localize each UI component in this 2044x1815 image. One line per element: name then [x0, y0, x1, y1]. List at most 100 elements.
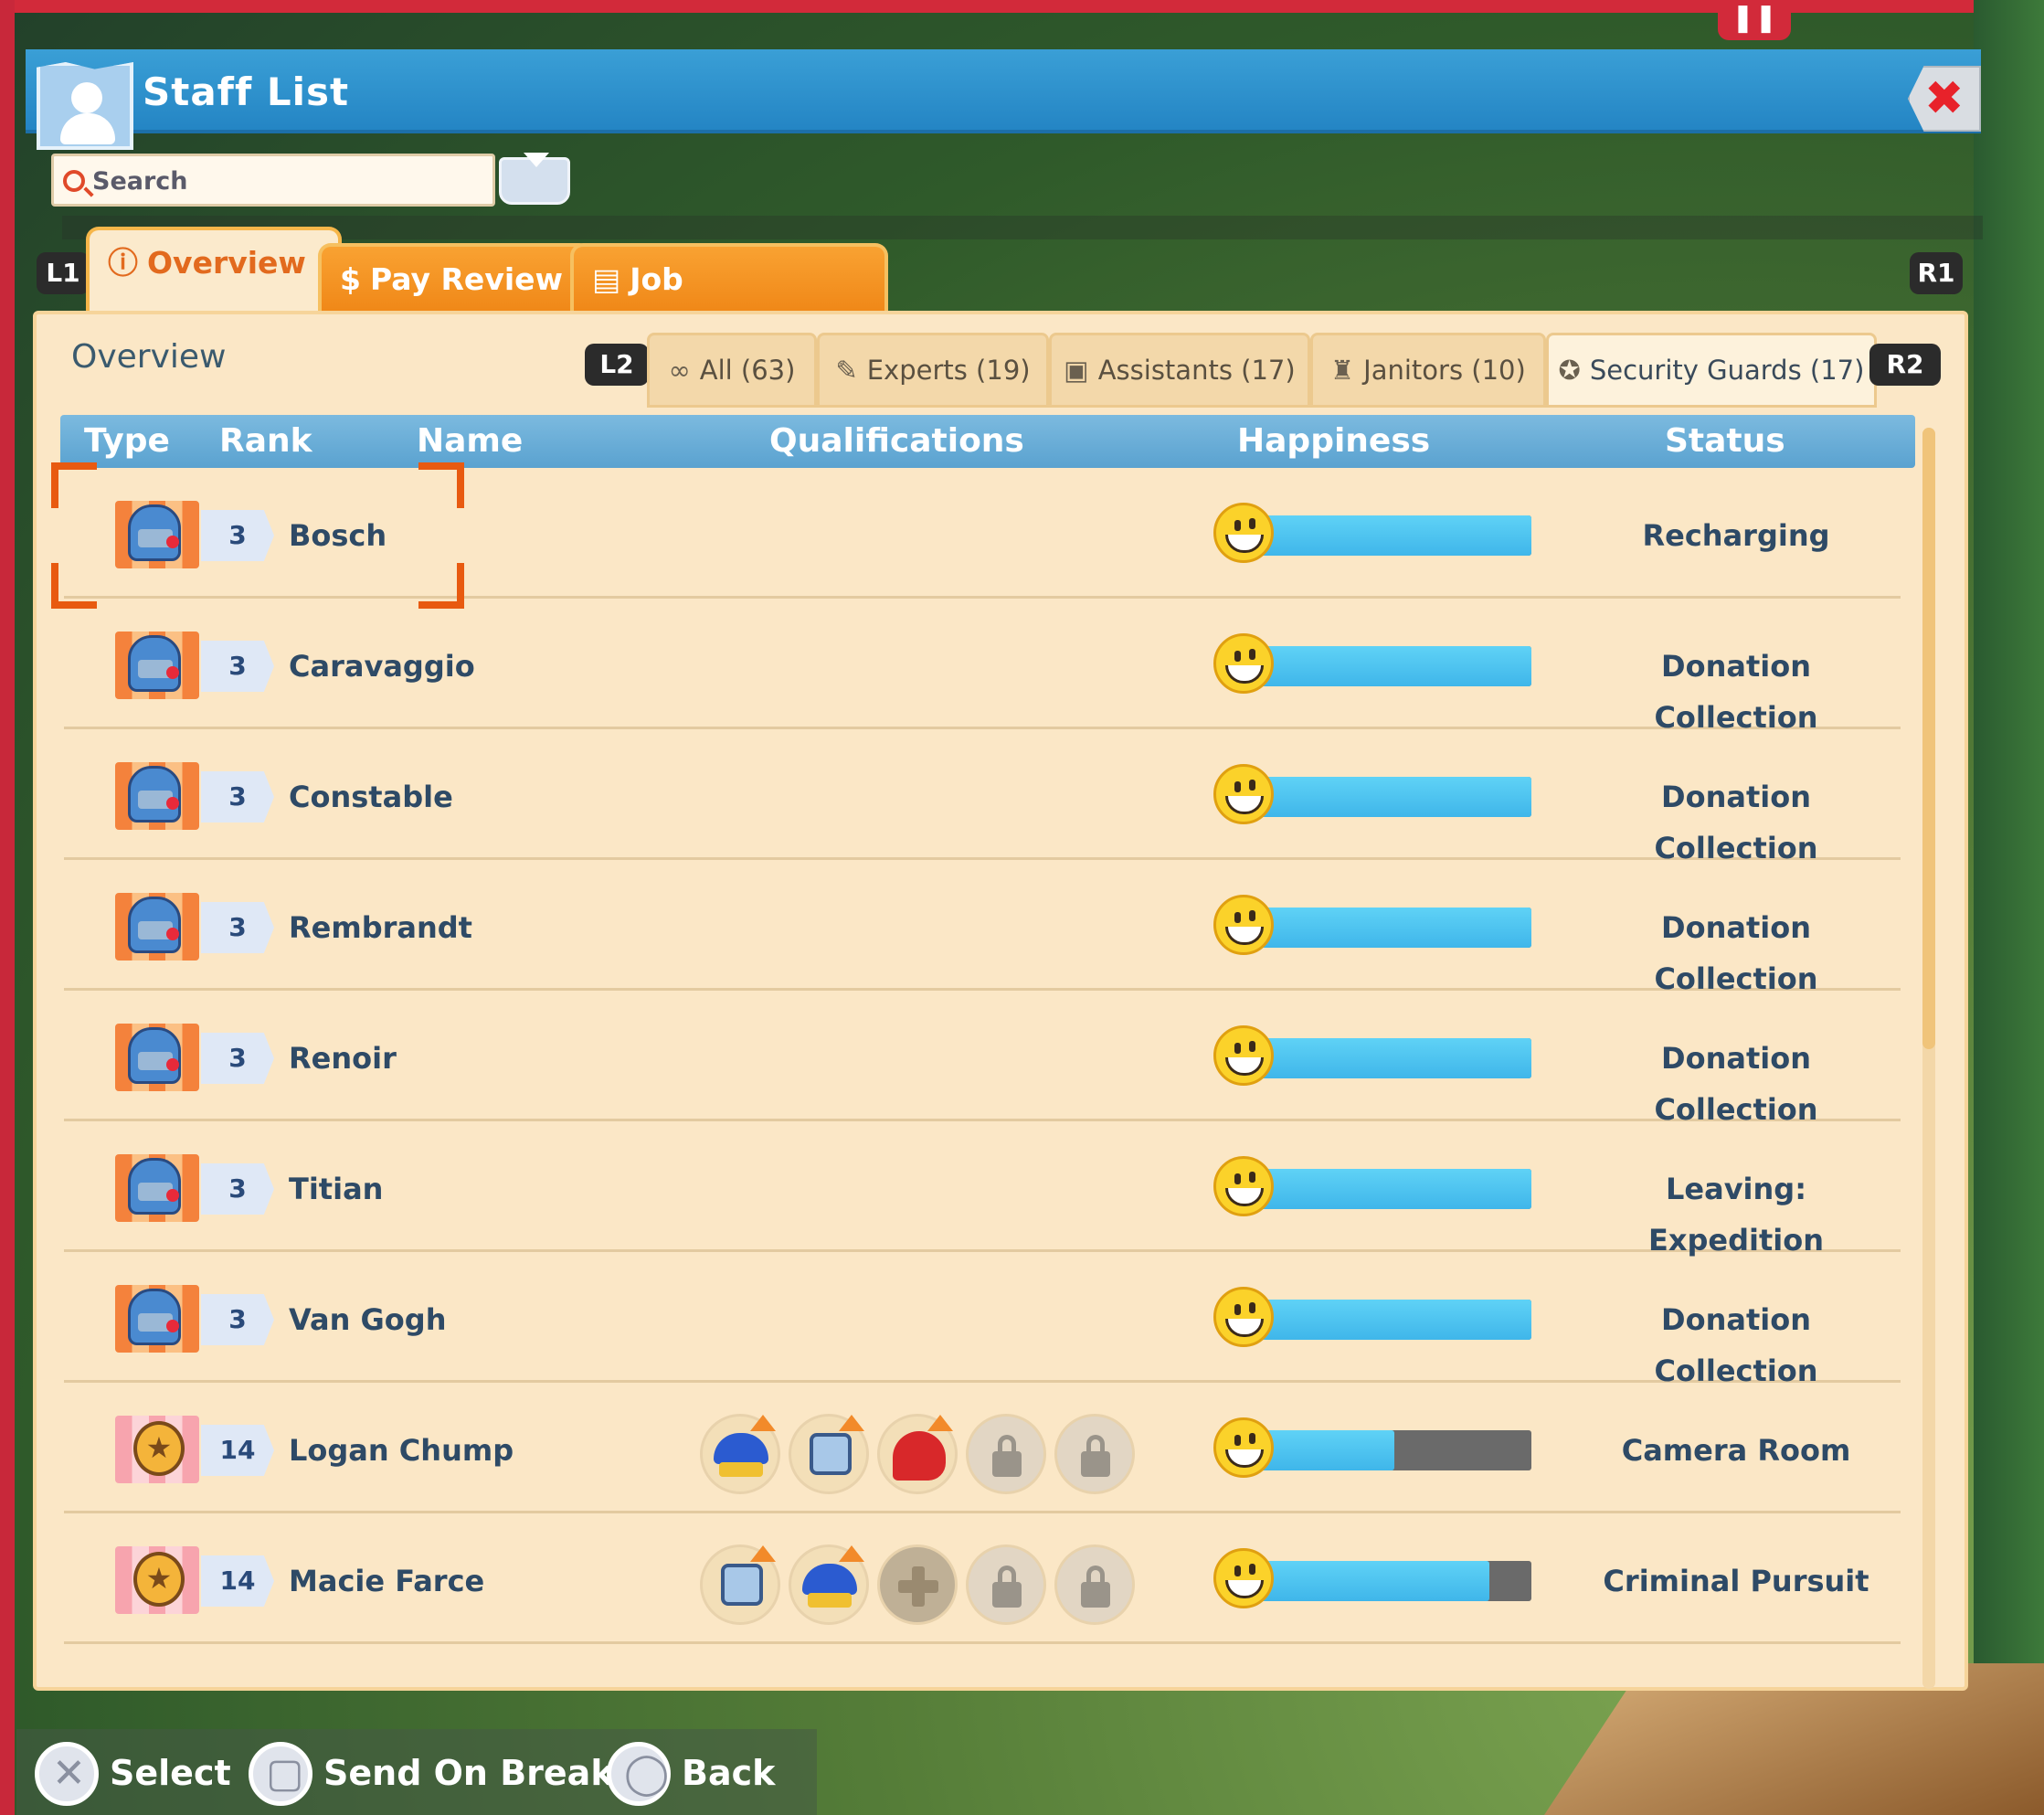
rank-badge: 3: [201, 771, 274, 823]
l1-button[interactable]: L1: [37, 252, 90, 294]
subtab-assistants[interactable]: ▣ Assistants (17): [1049, 333, 1310, 408]
happiness-bar: [1252, 1561, 1531, 1601]
happy-face-icon: [1213, 764, 1274, 824]
filter-dropdown-button[interactable]: [499, 153, 570, 205]
table-row[interactable]: 3 Bosch Recharging: [51, 462, 1901, 609]
guard-cap-qualification-icon[interactable]: [789, 1544, 869, 1625]
locked-slot-icon[interactable]: [966, 1544, 1046, 1625]
staff-status: Donation Collection: [1654, 910, 1818, 996]
staff-status: Recharging: [1642, 518, 1830, 553]
table-row[interactable]: ★ 14 Macie Farce Criminal Pursuit: [64, 1513, 1901, 1644]
hint-send-on-break[interactable]: Send On Break: [323, 1753, 614, 1793]
robot-head: [128, 897, 181, 953]
staff-status: Criminal Pursuit: [1603, 1564, 1869, 1598]
guard-badge: ★: [133, 1552, 185, 1607]
square-button-icon[interactable]: ▢: [249, 1742, 312, 1806]
subtab-janitors[interactable]: ♜ Janitors (10): [1310, 333, 1546, 408]
col-qualifications[interactable]: Qualifications: [769, 415, 1024, 468]
table-row[interactable]: 3 Titian Leaving: Expedition: [64, 1121, 1901, 1258]
happy-face-icon: [1213, 633, 1274, 694]
tab-overview[interactable]: ⓘ Overview: [86, 227, 342, 316]
robot-head: [128, 504, 181, 561]
happy-face-icon: [1213, 1417, 1274, 1478]
happiness-bar: [1252, 646, 1531, 686]
tab-pay-review[interactable]: $ Pay Review: [318, 243, 592, 311]
rank-badge: 3: [201, 902, 274, 953]
chevron-down-icon: [524, 153, 549, 167]
tab-pay-review-label: Pay Review: [369, 261, 564, 297]
subtab-all[interactable]: ∞ All (63): [647, 333, 817, 408]
circle-button-icon[interactable]: ◯: [607, 1742, 671, 1806]
table-row[interactable]: 3 Constable Donation Collection: [64, 729, 1901, 865]
robot-eye: [166, 666, 179, 679]
add-qualification-icon[interactable]: [877, 1544, 958, 1625]
dollar-icon: $: [340, 261, 361, 297]
robot-head: [128, 1289, 181, 1345]
locked-slot-icon[interactable]: [966, 1414, 1046, 1494]
robot-eye: [166, 1189, 179, 1202]
robot-eye: [166, 1058, 179, 1071]
r2-button[interactable]: R2: [1869, 344, 1941, 386]
camera-qualification-icon[interactable]: [700, 1544, 780, 1625]
l2-button[interactable]: L2: [585, 344, 649, 386]
col-type[interactable]: Type: [84, 415, 170, 468]
robot-staff-icon: [115, 1154, 199, 1222]
happiness-bar: [1252, 515, 1531, 556]
staff-name: Caravaggio: [289, 649, 475, 684]
avatar-body: [60, 113, 115, 144]
staff-status: Donation Collection: [1654, 1041, 1818, 1127]
col-happiness[interactable]: Happiness: [1237, 415, 1430, 468]
cross-button-icon[interactable]: ✕: [35, 1742, 99, 1806]
rank-badge: 14: [201, 1425, 274, 1476]
table-row[interactable]: 3 Caravaggio Donation Collection: [64, 599, 1901, 735]
staff-name: Macie Farce: [289, 1564, 485, 1598]
subtab-experts[interactable]: ✎ Experts (19): [817, 333, 1049, 408]
staff-status: Camera Room: [1621, 1433, 1851, 1468]
robot-head: [128, 1027, 181, 1084]
r1-button[interactable]: R1: [1910, 252, 1963, 294]
security-guard-icon: ★: [115, 1416, 199, 1483]
table-row[interactable]: 3 Renoir Donation Collection: [64, 991, 1901, 1127]
hint-back[interactable]: Back: [682, 1753, 775, 1793]
col-name[interactable]: Name: [417, 415, 523, 468]
happiness-bar-fill: [1252, 1169, 1531, 1209]
robot-staff-icon: [115, 762, 199, 830]
robot-head: [128, 766, 181, 823]
staff-name: Logan Chump: [289, 1433, 514, 1468]
close-icon: ✖: [1924, 71, 1965, 126]
tab-job-assignment[interactable]: ▤Job Assignment: [570, 243, 888, 363]
table-row[interactable]: 3 Van Gogh Donation Collection: [64, 1252, 1901, 1388]
guard-cap-qualification-icon[interactable]: [700, 1414, 780, 1494]
staff-name: Van Gogh: [289, 1302, 447, 1337]
pause-icon[interactable]: ❚❚: [1718, 0, 1791, 40]
happy-face-icon: [1213, 1548, 1274, 1608]
subtab-assistants-label: Assistants (17): [1097, 355, 1296, 386]
staff-name: Constable: [289, 780, 453, 814]
header-strip: [62, 216, 1983, 239]
info-icon: ⓘ: [108, 245, 138, 281]
robot-staff-icon: [115, 893, 199, 961]
robot-staff-icon: [115, 501, 199, 568]
window-title: Staff List: [143, 69, 350, 114]
rank-badge: 3: [201, 1294, 274, 1345]
col-status[interactable]: Status: [1665, 415, 1785, 468]
helmet-qualification-icon[interactable]: [877, 1414, 958, 1494]
table-row[interactable]: 3 Rembrandt Donation Collection: [64, 860, 1901, 996]
close-button[interactable]: ✖: [1908, 66, 1981, 132]
happiness-bar-fill: [1252, 1561, 1489, 1601]
hint-select[interactable]: Select: [110, 1753, 231, 1793]
search-input[interactable]: Search: [51, 154, 495, 207]
scrollbar-thumb[interactable]: [1922, 428, 1935, 1049]
happiness-bar-fill: [1252, 646, 1531, 686]
subtab-security-guards[interactable]: ✪ Security Guards (17): [1546, 333, 1877, 408]
camera-qualification-icon[interactable]: [789, 1414, 869, 1494]
locked-slot-icon[interactable]: [1054, 1544, 1135, 1625]
happiness-bar-fill: [1252, 777, 1531, 817]
happy-face-icon: [1213, 1025, 1274, 1086]
happiness-bar: [1252, 1300, 1531, 1340]
happiness-bar: [1252, 1169, 1531, 1209]
locked-slot-icon[interactable]: [1054, 1414, 1135, 1494]
table-row[interactable]: ★ 14 Logan Chump Camera Room: [64, 1383, 1901, 1513]
col-rank[interactable]: Rank: [219, 415, 312, 468]
staff-name: Rembrandt: [289, 910, 472, 945]
